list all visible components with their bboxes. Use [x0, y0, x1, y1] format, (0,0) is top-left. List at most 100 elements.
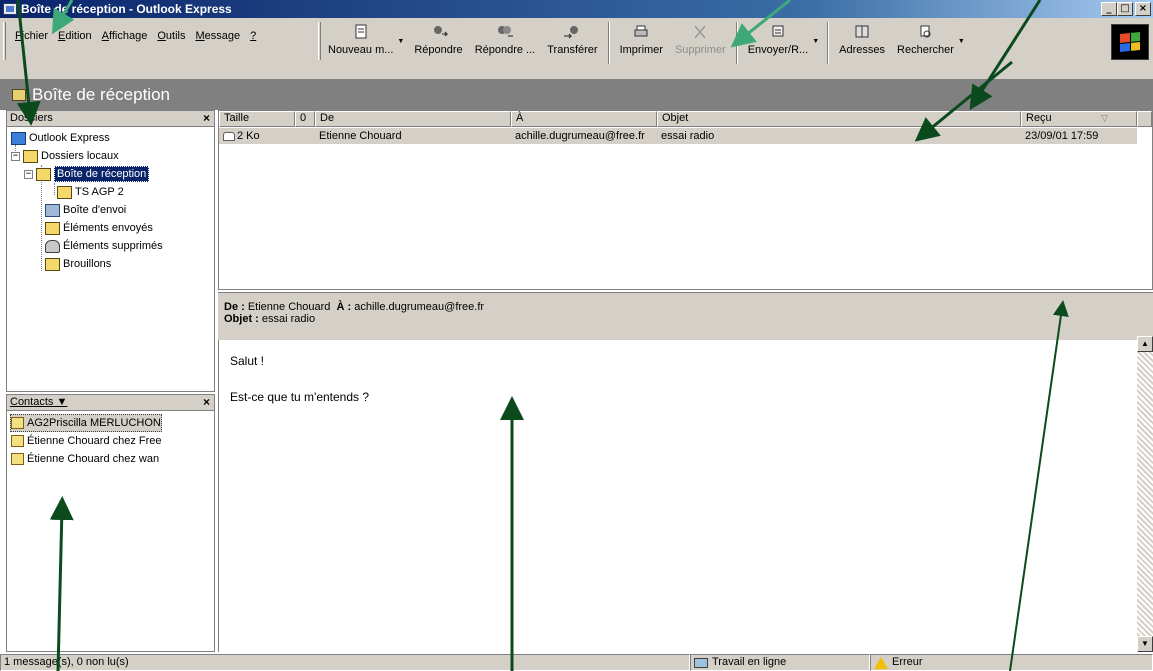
message-to: achille.dugrumeau@free.fr [515, 130, 645, 142]
preview-scrollbar[interactable]: ▲ ▼ [1137, 336, 1153, 652]
folders-pane-header: Dossiers × [7, 111, 214, 127]
scroll-down-button[interactable]: ▼ [1137, 636, 1153, 652]
maximize-button[interactable]: □ [1117, 2, 1133, 16]
contacts-close-button[interactable]: × [203, 395, 210, 410]
column-received[interactable]: Reçu ▽ [1021, 111, 1137, 127]
outlook-express-icon [3, 3, 17, 15]
new-message-icon [355, 24, 367, 39]
tree-item-deleted[interactable]: Éléments supprimés [45, 237, 163, 255]
folders-pane: Dossiers × Outlook Express − Dossiers lo… [6, 110, 215, 392]
tree-item-label: Éléments envoyés [63, 222, 153, 234]
toolbar-separator [735, 22, 738, 64]
menu-message[interactable]: Message [190, 30, 245, 42]
find-label: Rechercher [897, 44, 954, 56]
addresses-button[interactable]: Adresses [833, 20, 891, 56]
preview-body[interactable]: Salut ! Est-ce que tu m'entends ? [218, 340, 1137, 652]
status-error[interactable]: Erreur [870, 654, 1153, 671]
reply-label: Répondre [414, 44, 463, 56]
reply-button[interactable]: Répondre [408, 20, 468, 56]
trash-icon [45, 239, 60, 253]
folder-title: Boîte de réception [32, 85, 170, 104]
toolbar-grip[interactable] [318, 22, 321, 60]
sent-items-icon [45, 221, 60, 235]
local-folders-icon [23, 149, 38, 163]
tree-item-sent[interactable]: Éléments envoyés [45, 219, 153, 237]
send-receive-dropdown-icon[interactable]: ▼ [812, 38, 819, 45]
tree-item-label: Éléments supprimés [63, 240, 163, 252]
new-message-button[interactable]: Nouveau m... [322, 20, 399, 56]
tree-item-label: Outlook Express [29, 132, 110, 144]
print-button[interactable]: Imprimer [614, 20, 669, 56]
forward-button[interactable]: Transférer [541, 20, 603, 56]
new-message-dropdown-icon[interactable]: ▼ [397, 38, 404, 45]
find-icon [920, 25, 931, 38]
folders-close-button[interactable]: × [203, 111, 210, 126]
preview-subject-label: Objet : [224, 313, 259, 325]
tree-item-label: Boîte d'envoi [63, 204, 127, 216]
menu-edition[interactable]: Edition [53, 30, 97, 42]
reply-all-button[interactable]: Répondre ... [469, 20, 542, 56]
toolbar-area: Fichier Edition Affichage Outils Message… [0, 18, 1153, 80]
column-attachment[interactable]: 0 [295, 111, 315, 127]
contact-item[interactable]: Étienne Chouard chez Free [11, 432, 162, 450]
menu-affichage[interactable]: Affichage [97, 30, 153, 42]
contact-item[interactable]: Étienne Chouard chez wan [11, 450, 159, 468]
menu-grip[interactable] [3, 22, 6, 60]
delete-label: Supprimer [674, 44, 726, 56]
scroll-up-button[interactable]: ▲ [1137, 336, 1153, 352]
find-dropdown-icon[interactable]: ▼ [958, 38, 965, 45]
status-online-label: Travail en ligne [712, 656, 787, 668]
table-row[interactable]: 2 Ko Etienne Chouard achille.dugrumeau@f… [219, 128, 1137, 144]
inbox-icon [36, 167, 51, 181]
collapse-icon[interactable]: − [24, 169, 33, 179]
sort-descending-icon: ▽ [1101, 113, 1108, 123]
tree-item-outlook-express[interactable]: Outlook Express [11, 129, 110, 147]
new-message-label: Nouveau m... [328, 44, 394, 56]
folders-pane-title: Dossiers [10, 112, 53, 124]
windows-logo-icon [1111, 24, 1149, 60]
contacts-pane-header: Contacts ▼ × [7, 395, 214, 411]
contact-item[interactable]: AG2Priscilla MERLUCHON [10, 414, 162, 432]
delete-button[interactable]: Supprimer [669, 20, 732, 56]
message-body-line: Est-ce que tu m'entends ? [230, 390, 370, 404]
message-body-line: Salut ! [230, 354, 265, 368]
menu-fichier[interactable]: Fichier [10, 30, 53, 42]
preview-to-label: À : [336, 301, 352, 313]
tree-item-label: Brouillons [63, 258, 112, 270]
contact-name: AG2Priscilla MERLUCHON [27, 417, 161, 429]
find-button[interactable]: Rechercher [891, 20, 960, 56]
minimize-button[interactable]: _ [1101, 2, 1117, 16]
outbox-icon [45, 203, 60, 217]
column-subject[interactable]: Objet [657, 111, 1021, 127]
contacts-menu-button[interactable]: Contacts ▼ [10, 396, 67, 408]
window-controls: _ □ × [1101, 2, 1151, 16]
read-envelope-icon [223, 131, 235, 141]
tree-item-local-folders[interactable]: − Dossiers locaux [11, 147, 119, 165]
tree-line [54, 183, 55, 195]
menu-outils[interactable]: Outils [152, 30, 190, 42]
reply-icon [433, 26, 448, 37]
column-from[interactable]: De [315, 111, 511, 127]
computer-icon [694, 657, 708, 668]
tree-item-ts-agp-2[interactable]: TS AGP 2 [57, 183, 124, 201]
tree-item-inbox[interactable]: − Boîte de réception [24, 165, 150, 183]
menu-help[interactable]: ? [245, 30, 261, 42]
title-bar: Boîte de réception - Outlook Express _ □… [0, 0, 1153, 18]
column-to[interactable]: À [511, 111, 657, 127]
warning-icon [874, 656, 888, 669]
contact-card-icon [11, 417, 24, 429]
collapse-icon[interactable]: − [11, 151, 20, 161]
send-receive-button[interactable]: Envoyer/R... [742, 20, 815, 56]
message-subject: essai radio [661, 130, 715, 142]
message-size: 2 Ko [219, 128, 315, 144]
close-button[interactable]: × [1135, 2, 1151, 16]
printer-icon [634, 25, 648, 37]
status-bar: 1 message(s), 0 non lu(s) Travail en lig… [0, 653, 1153, 671]
column-size[interactable]: Taille [219, 111, 295, 127]
folder-icon [57, 185, 72, 199]
contact-name: Étienne Chouard chez Free [27, 435, 162, 447]
tree-item-outbox[interactable]: Boîte d'envoi [45, 201, 126, 219]
message-from: Etienne Chouard [319, 130, 402, 142]
preview-from: Etienne Chouard [247, 301, 331, 313]
tree-item-drafts[interactable]: Brouillons [45, 255, 111, 273]
